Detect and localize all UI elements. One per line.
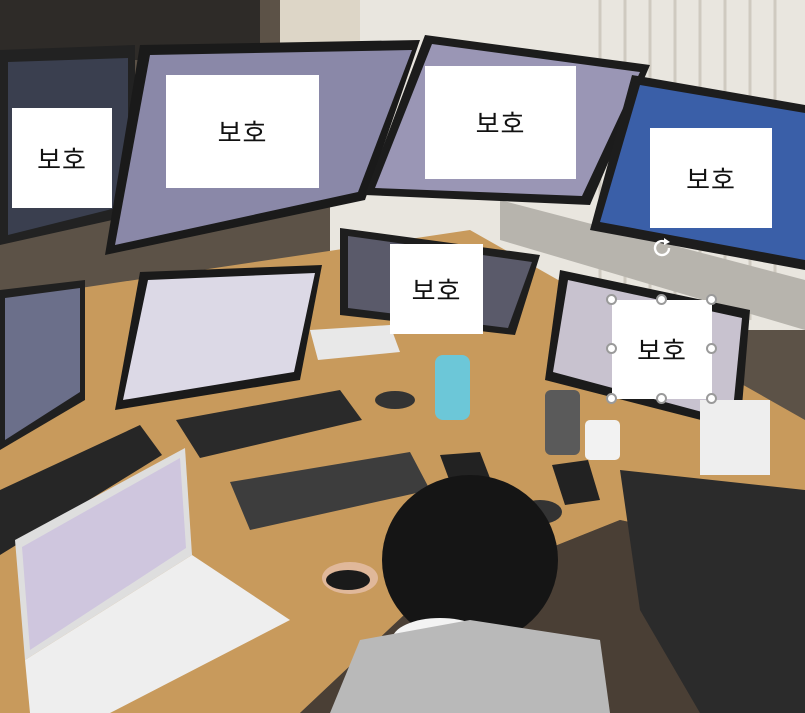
resize-handle-bottom-right[interactable] [706,393,717,404]
privacy-mask-right-monitor: 보호 [650,128,772,228]
resize-handle-top-right[interactable] [706,294,717,305]
resize-handle-bottom[interactable] [656,393,667,404]
photo-canvas: 보호 보호 보호 보호 보호 보호 [0,0,805,713]
resize-handle-top[interactable] [656,294,667,305]
privacy-mask-center-monitor: 보호 [425,66,576,179]
resize-handle-bottom-left[interactable] [606,393,617,404]
resize-handle-right[interactable] [706,343,717,354]
privacy-mask-left-monitor: 보호 [12,108,112,208]
rotate-handle-icon[interactable] [650,236,674,260]
privacy-mask-selected[interactable]: 보호 [612,300,712,399]
privacy-mask-small-monitor: 보호 [390,244,483,334]
resize-handle-top-left[interactable] [606,294,617,305]
privacy-mask-center-left-monitor: 보호 [166,75,319,188]
resize-handle-left[interactable] [606,343,617,354]
